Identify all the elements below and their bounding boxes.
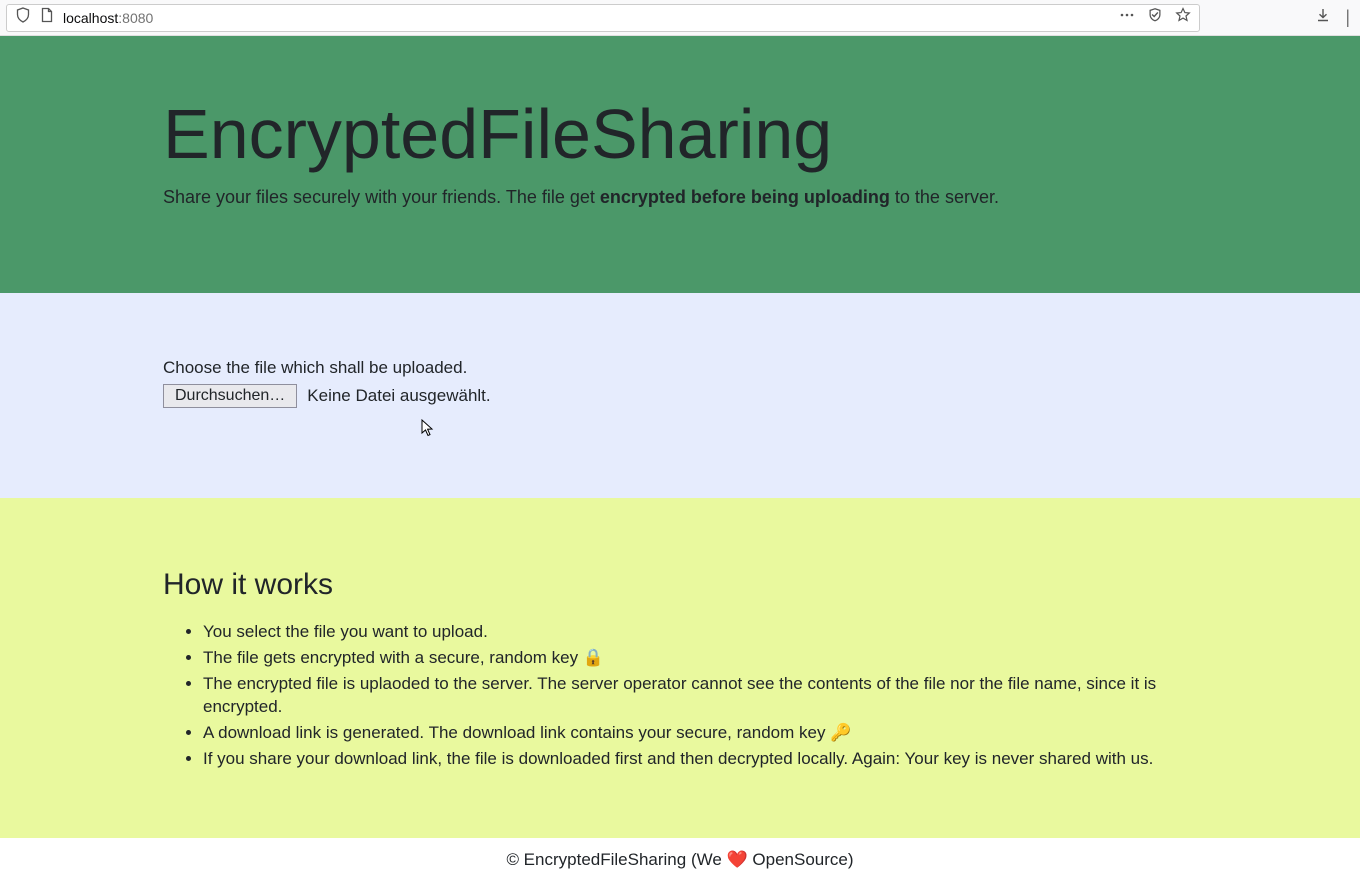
list-item: If you share your download link, the fil…	[203, 747, 1203, 771]
browse-button[interactable]: Durchsuchen…	[163, 384, 297, 408]
list-item: You select the file you want to upload.	[203, 620, 1203, 644]
more-icon[interactable]	[1119, 7, 1135, 28]
howitworks-title: How it works	[163, 568, 1203, 602]
url-actions	[1119, 7, 1191, 28]
browser-address-bar-area: localhost:8080	[0, 0, 1360, 36]
upload-section: Choose the file which shall be uploaded.…	[0, 293, 1360, 498]
file-input-row: Durchsuchen… Keine Datei ausgewählt.	[163, 384, 1203, 408]
file-selected-status: Keine Datei ausgewählt.	[307, 386, 490, 406]
howitworks-section: How it works You select the file you wan…	[0, 498, 1360, 838]
heart-icon: ❤️	[727, 850, 748, 869]
url-host: localhost	[63, 10, 118, 26]
list-item: The file gets encrypted with a secure, r…	[203, 646, 1203, 670]
howitworks-list: You select the file you want to upload. …	[163, 620, 1203, 771]
url-port: :8080	[118, 10, 153, 26]
page-subtitle: Share your files securely with your frie…	[163, 187, 1203, 208]
divider-icon: |	[1345, 7, 1350, 28]
chrome-right-icons: |	[1315, 7, 1354, 28]
url-bar[interactable]: localhost:8080	[6, 4, 1200, 32]
bookmark-star-icon[interactable]	[1175, 7, 1191, 28]
url-text: localhost:8080	[63, 10, 1111, 26]
footer: © EncryptedFileSharing (We ❤️ OpenSource…	[0, 838, 1360, 882]
reader-icon[interactable]	[1147, 7, 1163, 28]
shield-icon	[15, 7, 31, 28]
page-icon	[39, 7, 55, 28]
header-section: EncryptedFileSharing Share your files se…	[0, 36, 1360, 293]
upload-label: Choose the file which shall be uploaded.	[163, 358, 1203, 378]
list-item: The encrypted file is uplaoded to the se…	[203, 672, 1203, 720]
page-title: EncryptedFileSharing	[163, 96, 1203, 173]
list-item: A download link is generated. The downlo…	[203, 721, 1203, 745]
download-icon[interactable]	[1315, 7, 1331, 28]
